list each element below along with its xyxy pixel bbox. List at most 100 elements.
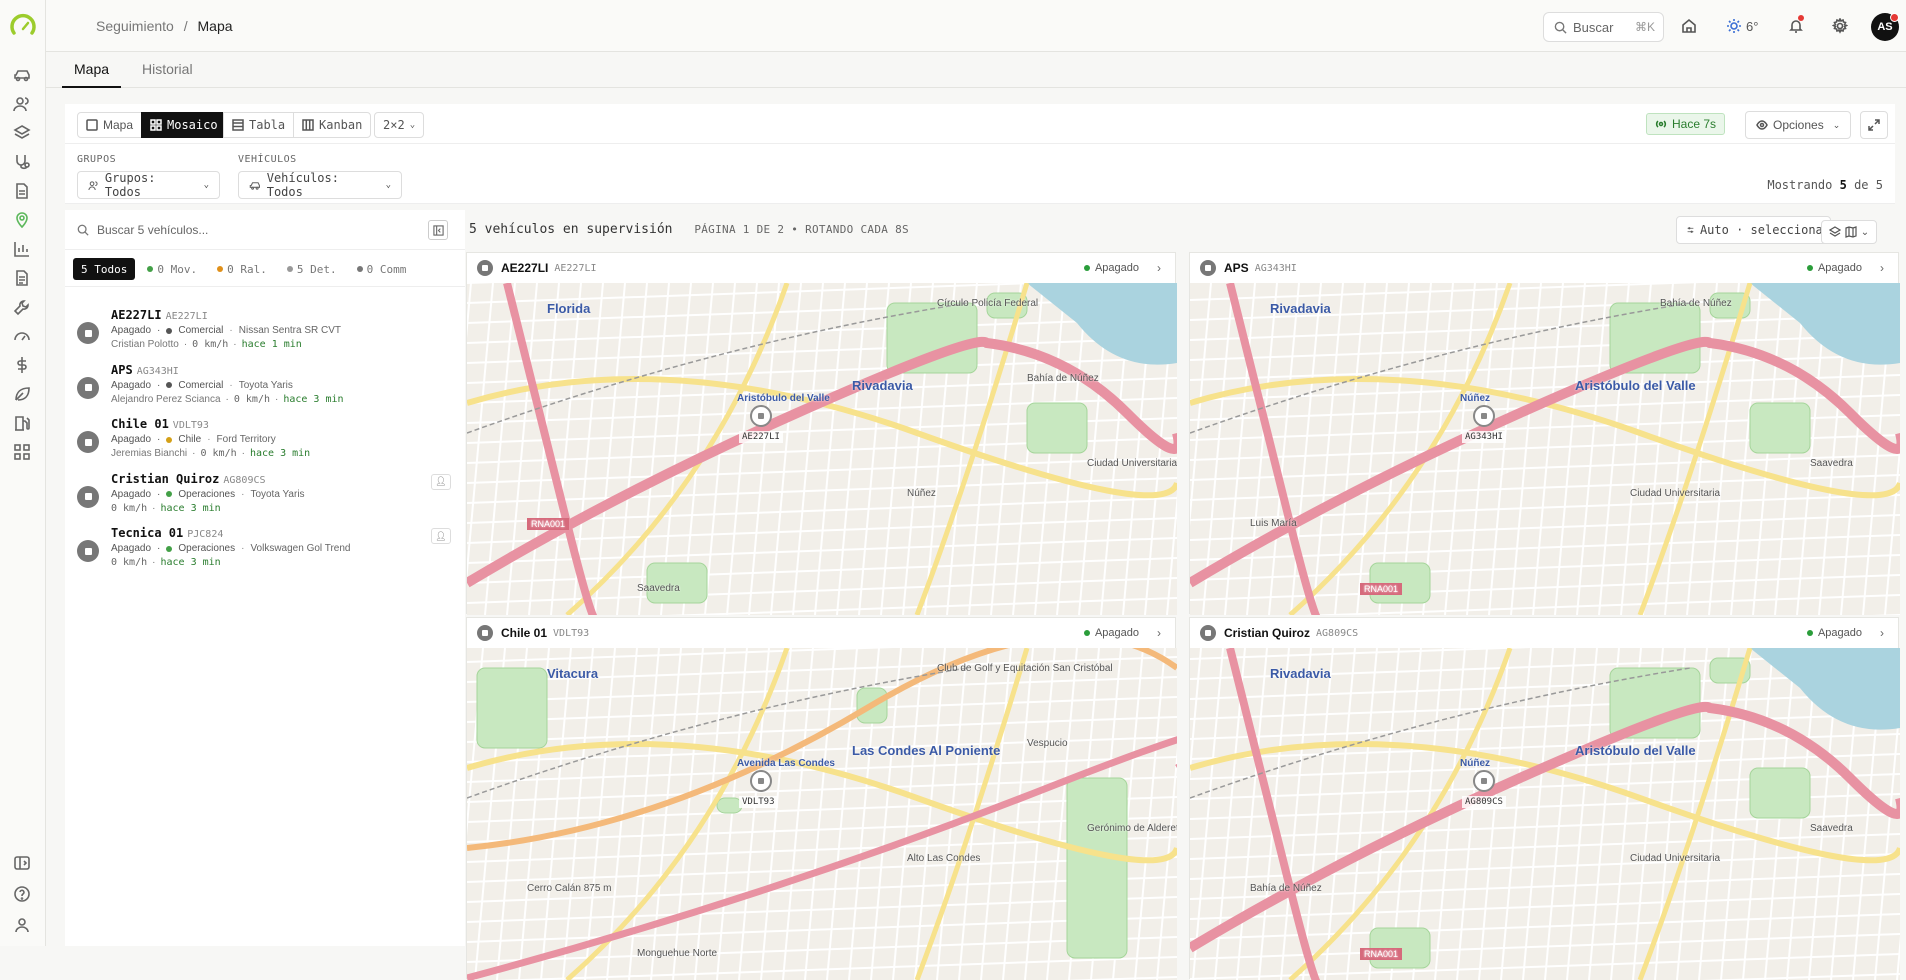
assign-driver-button[interactable]: 👤︎ <box>431 528 451 544</box>
vehicle-map-tile[interactable]: Chile 01 VDLT93 Apagado › VDLT93 Vitacura Las … <box>466 617 1177 980</box>
status-chip[interactable]: 0 Comm <box>349 258 415 280</box>
chevron-right-icon[interactable]: › <box>1880 261 1884 275</box>
vehicles-select[interactable]: Vehículos: Todos ⌄ <box>238 171 402 199</box>
health-nav-icon[interactable] <box>11 151 33 173</box>
vehicle-meta: Apagado · Chile · Ford Territory <box>111 434 276 445</box>
global-search-button[interactable]: Buscar ⌘K <box>1543 12 1664 42</box>
vehicle-status-icon <box>77 322 99 344</box>
sliders-icon <box>1687 227 1694 233</box>
tile-map[interactable]: AG809CS Rivadavia Aristóbulo del Valle Núñe… <box>1190 648 1900 980</box>
breadcrumb-parent[interactable]: Seguimiento <box>96 18 174 34</box>
settings-button[interactable] <box>1832 16 1848 36</box>
vehicle-marker-icon[interactable] <box>1473 770 1495 792</box>
map-pin-nav-icon[interactable] <box>11 209 33 231</box>
weather-button[interactable]: 6° <box>1726 16 1758 36</box>
chevron-right-icon[interactable]: › <box>1157 626 1161 640</box>
search-icon <box>1554 21 1567 34</box>
chevron-down-icon: ⌄ <box>1832 119 1841 130</box>
fuel-nav-icon[interactable] <box>11 412 33 434</box>
view-mapa-button[interactable]: Mapa <box>77 112 143 138</box>
map-place-label: Vitacura <box>547 666 599 681</box>
vehicle-marker-icon[interactable] <box>750 770 772 792</box>
mosaic-area: 5 vehículos en supervisión PÁGINA 1 DE 2… <box>466 210 1906 980</box>
mosaic-summary: 5 vehículos en supervisión <box>469 222 673 237</box>
vehicles-nav-icon[interactable] <box>11 64 33 86</box>
vehicle-speed: 0 km/h <box>200 448 237 459</box>
vehicle-meta: Apagado · Comercial · Toyota Yaris <box>111 379 293 391</box>
map-place-label: RNA001 <box>1360 583 1403 595</box>
user-avatar[interactable]: AS <box>1871 13 1899 41</box>
status-chip[interactable]: 0 Ral. <box>209 258 275 280</box>
view-mosaico-button[interactable]: Mosaico <box>141 112 227 138</box>
vehicle-meta: Apagado · Comercial · Nissan Sentra SR CVT <box>111 325 342 336</box>
tile-map[interactable]: AE227LI Florida Rivadavia Aristóbulo del Va… <box>467 283 1177 615</box>
vehicle-group: Comercial <box>178 379 224 391</box>
map-place-label: Las Condes Al Poniente <box>852 743 1001 758</box>
tab-historial[interactable]: Historial <box>130 61 205 88</box>
grid-size-select[interactable]: 2×2 ⌄ <box>374 112 425 138</box>
layers-nav-icon[interactable] <box>11 122 33 144</box>
view-tabla-button[interactable]: Tabla <box>223 112 295 138</box>
map-place-label: Saavedra <box>1810 823 1853 834</box>
status-chip[interactable]: 5 Todos <box>73 258 136 280</box>
help-icon[interactable] <box>11 883 33 905</box>
users-nav-icon[interactable] <box>11 93 33 115</box>
fullscreen-button[interactable] <box>1860 111 1888 139</box>
map-place-label: Florida <box>547 301 591 316</box>
vehicle-driver: Jeremias Bianchi <box>111 448 188 459</box>
street-map <box>467 648 1177 980</box>
vehicle-search[interactable]: Buscar 5 vehículos... <box>65 210 465 250</box>
view-kanban-button[interactable]: Kanban <box>293 112 372 138</box>
grid-icon <box>150 119 162 131</box>
tile-status: Apagado <box>1806 262 1862 274</box>
chevron-right-icon[interactable]: › <box>1880 626 1884 640</box>
chevron-right-icon[interactable]: › <box>1157 261 1161 275</box>
groups-select[interactable]: Grupos: Todos ⌄ <box>77 171 220 199</box>
home-button[interactable] <box>1681 16 1697 36</box>
map-place-label: Bahía de Núñez <box>1027 373 1099 384</box>
status-chip[interactable]: 0 Mov. <box>139 258 205 280</box>
tab-mapa[interactable]: Mapa <box>62 61 122 88</box>
app-logo-icon[interactable] <box>9 13 37 41</box>
wrench-nav-icon[interactable] <box>11 296 33 318</box>
tile-map[interactable]: VDLT93 Vitacura Las Condes Al Poniente Aven… <box>467 648 1177 980</box>
grid-size-value: 2×2 <box>383 118 405 132</box>
vehicle-map-tile[interactable]: AE227LI AE227LI Apagado › AE227LI Florida Riva… <box>466 252 1177 615</box>
vehicle-status: Apagado <box>111 434 152 445</box>
map-place-label: Rivadavia <box>852 378 913 393</box>
leaf-nav-icon[interactable] <box>11 383 33 405</box>
map-place-label: Vespucio <box>1027 738 1068 749</box>
chart-nav-icon[interactable] <box>11 238 33 260</box>
view-toolbar: Mapa Mosaico Tabla Kanban 2×2 ⌄ Hace 7s … <box>65 104 1895 144</box>
options-button[interactable]: Opciones ⌄ <box>1745 111 1852 139</box>
vehicle-list-item[interactable]: Tecnica 01 PJC824 Apagado · Operaciones · Volk… <box>65 516 465 582</box>
vehicle-status-icon <box>477 625 493 641</box>
document-nav-icon[interactable] <box>11 180 33 202</box>
street-map <box>1190 283 1900 615</box>
dollar-nav-icon[interactable] <box>11 354 33 376</box>
speedometer-nav-icon[interactable] <box>11 325 33 347</box>
map-place-label: Bahía de Núñez <box>1660 298 1732 309</box>
collapse-panel-button[interactable] <box>428 220 448 240</box>
tile-status-text: Apagado <box>1094 262 1139 274</box>
map-place-label: Ciudad Universitaria <box>1630 488 1721 499</box>
collapse-sidebar-icon[interactable] <box>11 852 33 874</box>
profile-icon[interactable] <box>11 914 33 936</box>
status-chip[interactable]: 5 Det. <box>279 258 345 280</box>
vehicle-marker-icon[interactable] <box>750 405 772 427</box>
vehicle-title: Chile 01 VDLT93 <box>111 417 209 431</box>
auto-select-button[interactable]: Auto · seleccionar <box>1676 216 1831 244</box>
vehicle-marker-icon[interactable] <box>1473 405 1495 427</box>
tile-map[interactable]: AG343HI Rivadavia Aristóbulo del Valle Núñe… <box>1190 283 1900 615</box>
report-nav-icon[interactable] <box>11 267 33 289</box>
tile-vehicle-name: AE227LI <box>501 261 549 275</box>
showing-value: 5 <box>1839 178 1847 192</box>
notifications-button[interactable] <box>1788 15 1804 36</box>
apps-nav-icon[interactable] <box>11 441 33 463</box>
map-layers-button[interactable]: ⌄ <box>1821 220 1877 244</box>
vehicle-map-tile[interactable]: APS AG343HI Apagado › AG343HI Rivadavia Aristó… <box>1189 252 1900 615</box>
vehicle-map-tile[interactable]: Cristian Quiroz AG809CS Apagado › AG809CS Riv… <box>1189 617 1900 980</box>
assign-driver-button[interactable]: 👤︎ <box>431 473 451 490</box>
kanban-icon <box>302 119 314 131</box>
map-place-label: Luis María <box>1250 518 1297 529</box>
